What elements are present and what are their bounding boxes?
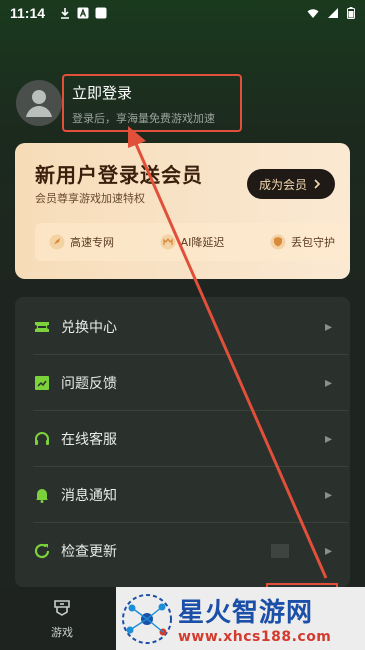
settings-menu: 兑换中心 ▸ 问题反馈 ▸ 在线客服 ▸ 消息通知 ▸ 检查更新 ▸ bbox=[15, 297, 350, 587]
blurred-version bbox=[271, 544, 289, 558]
status-icons-left bbox=[59, 7, 107, 19]
site-watermark: 星火智游网 www.xhcs188.com bbox=[116, 587, 365, 650]
menu-item-notifications[interactable]: 消息通知 ▸ bbox=[15, 467, 350, 523]
app-a-icon bbox=[77, 7, 89, 19]
bell-icon bbox=[36, 489, 48, 503]
download-icon bbox=[61, 8, 70, 19]
battery-icon bbox=[347, 7, 355, 19]
menu-item-redeem-center[interactable]: 兑换中心 ▸ bbox=[15, 299, 350, 355]
chevron-right-icon: ▸ bbox=[324, 375, 332, 391]
chevron-right-icon: ▸ bbox=[324, 487, 332, 503]
menu-item-online-support[interactable]: 在线客服 ▸ bbox=[15, 411, 350, 467]
member-perks: 高速专网 AI降延迟 丢包守护 bbox=[35, 223, 349, 261]
feedback-icon bbox=[35, 376, 49, 390]
status-bar: 11:14 bbox=[0, 0, 365, 26]
game-icon bbox=[54, 600, 70, 616]
chevron-right-icon: ▸ bbox=[324, 319, 332, 335]
menu-label: 消息通知 bbox=[61, 488, 117, 504]
menu-item-check-update[interactable]: 检查更新 ▸ bbox=[15, 523, 350, 579]
rocket-icon bbox=[49, 234, 65, 250]
login-subtitle: 登录后，享海量免费游戏加速 bbox=[72, 112, 215, 125]
vip-promo-card[interactable]: 新用户登录送会员 会员尊享游戏加速特权 成为会员 高速专网 AI降延迟 丢包守护 bbox=[15, 143, 350, 279]
login-entry[interactable]: 立即登录 登录后，享海量免费游戏加速 bbox=[62, 74, 242, 132]
wifi-icon bbox=[307, 9, 319, 18]
promo-subtitle: 会员尊享游戏加速特权 bbox=[35, 192, 145, 205]
menu-label: 检查更新 bbox=[61, 544, 117, 560]
menu-label: 在线客服 bbox=[61, 432, 117, 448]
refresh-icon bbox=[34, 543, 50, 559]
perk-item: 丢包守护 bbox=[270, 234, 335, 250]
shield-check-icon bbox=[270, 234, 286, 250]
status-time: 11:14 bbox=[10, 5, 46, 21]
become-member-button[interactable]: 成为会员 bbox=[247, 169, 335, 199]
ai-speed-icon bbox=[160, 234, 176, 250]
chevron-right-icon bbox=[314, 179, 321, 189]
become-member-label: 成为会员 bbox=[258, 177, 307, 192]
status-icons-right bbox=[307, 7, 355, 19]
tab-game[interactable]: 游戏 bbox=[40, 596, 84, 644]
headset-icon bbox=[35, 432, 49, 445]
promo-title: 新用户登录送会员 bbox=[35, 163, 203, 187]
perk-item: AI降延迟 bbox=[160, 234, 225, 250]
ticket-icon bbox=[35, 322, 49, 332]
watermark-title: 星火智游网 bbox=[178, 598, 314, 628]
perk-item: 高速专网 bbox=[49, 234, 114, 250]
perk-label: 丢包守护 bbox=[291, 236, 335, 249]
tab-game-label: 游戏 bbox=[51, 626, 73, 639]
avatar[interactable] bbox=[16, 80, 62, 126]
signal-icon bbox=[328, 8, 338, 18]
perk-label: AI降延迟 bbox=[180, 236, 225, 249]
app-square-icon bbox=[95, 7, 107, 19]
chevron-right-icon: ▸ bbox=[324, 543, 332, 559]
menu-item-feedback[interactable]: 问题反馈 ▸ bbox=[15, 355, 350, 411]
menu-label: 兑换中心 bbox=[61, 320, 117, 336]
user-avatar-icon bbox=[26, 90, 52, 117]
chevron-right-icon: ▸ bbox=[324, 431, 332, 447]
perk-label: 高速专网 bbox=[70, 236, 114, 249]
login-title[interactable]: 立即登录 bbox=[72, 82, 232, 103]
network-logo-icon bbox=[122, 593, 172, 644]
menu-label: 问题反馈 bbox=[61, 376, 117, 392]
watermark-url: www.xhcs188.com bbox=[178, 629, 332, 645]
